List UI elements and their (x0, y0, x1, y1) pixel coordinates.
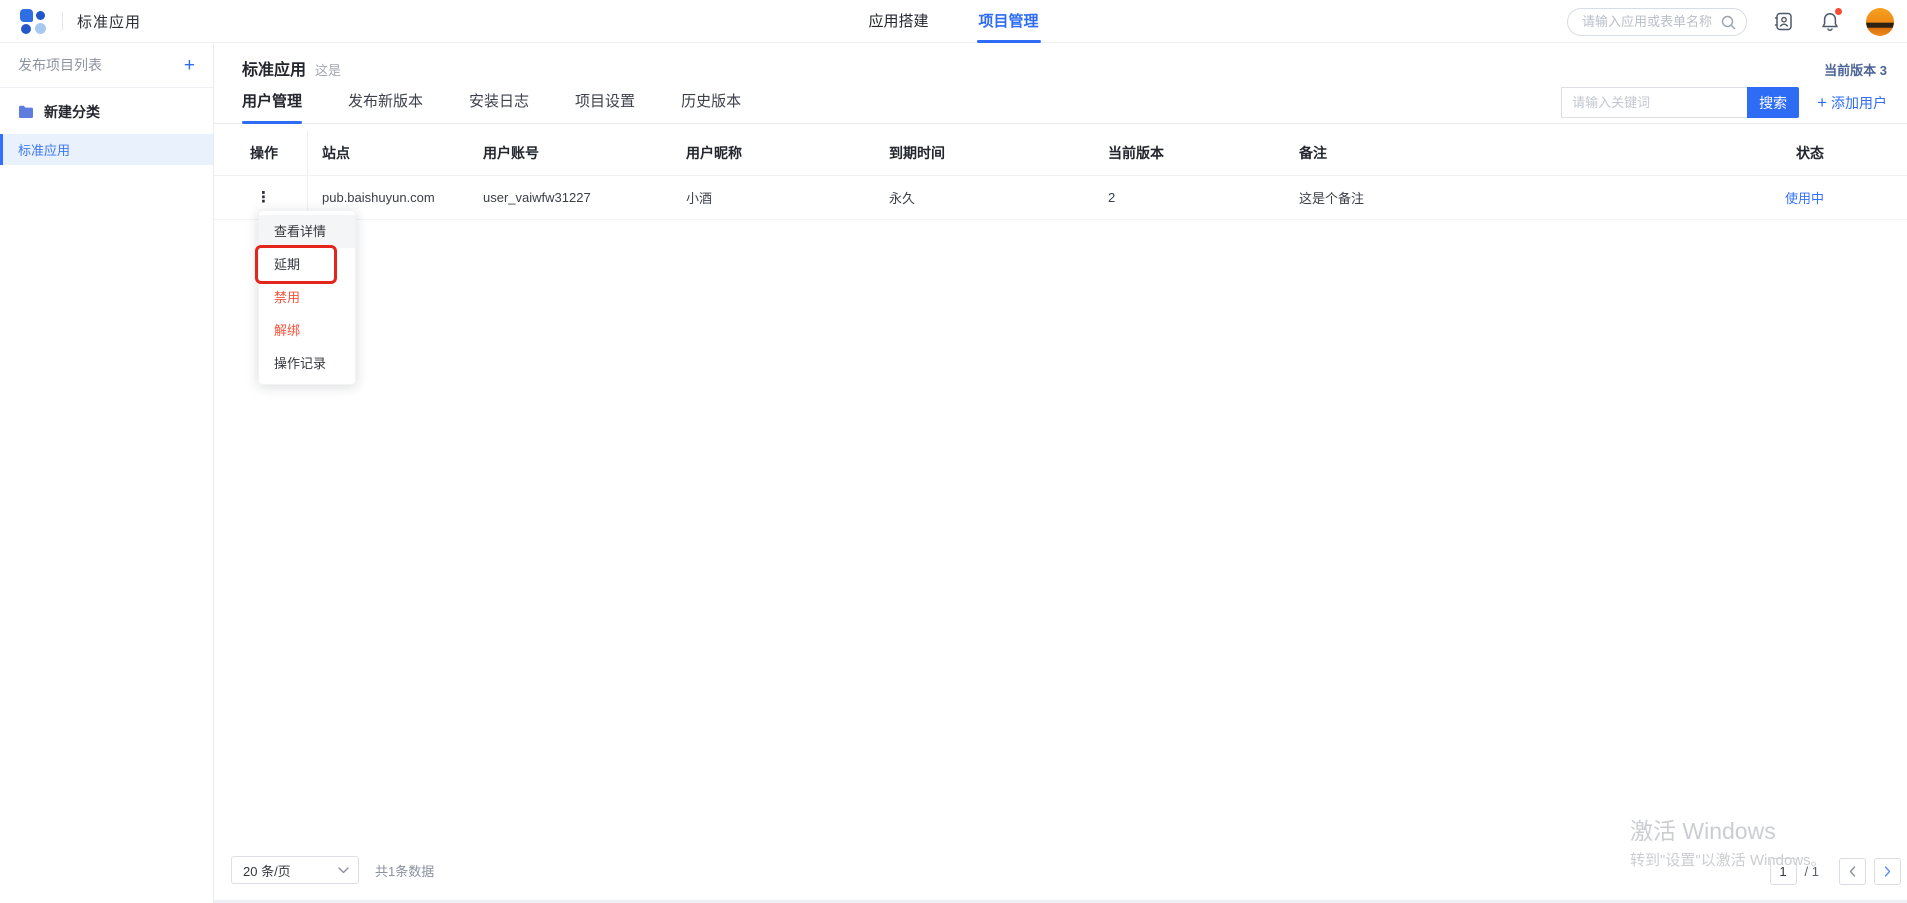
more-vertical-icon[interactable]: ⋮ (250, 188, 277, 207)
keyword-input[interactable] (1561, 87, 1747, 118)
sidebar: 发布项目列表 + 新建分类 标准应用 (0, 43, 214, 903)
menu-item-unbind[interactable]: 解绑 (259, 314, 355, 347)
page-title: 标准应用 (242, 56, 306, 80)
total-count-label: 共1条数据 (375, 861, 434, 880)
user-avatar[interactable] (1866, 8, 1894, 36)
page-size-select[interactable]: 20 条/页 (231, 856, 359, 884)
app-title: 标准应用 (77, 11, 141, 32)
col-header-expire: 到期时间 (889, 143, 1108, 163)
sidebar-item-standard-app[interactable]: 标准应用 (0, 134, 213, 165)
table-row: ⋮ pub.baishuyun.com user_vaiwfw31227 小酒 … (214, 176, 1907, 220)
global-search-input[interactable] (1568, 9, 1746, 35)
menu-item-view-detail[interactable]: 查看详情 (259, 215, 355, 248)
sidebar-header: 发布项目列表 + (0, 43, 213, 88)
topnav-item-label: 项目管理 (979, 13, 1039, 30)
app-logo-icon (20, 8, 46, 34)
cell-version: 2 (1108, 190, 1299, 205)
col-header-version: 当前版本 (1108, 143, 1299, 163)
sidebar-item-label: 标准应用 (18, 140, 70, 159)
col-header-status: 状态 (1734, 143, 1907, 163)
current-version-label[interactable]: 当前版本 3 (1824, 60, 1887, 79)
col-header-account: 用户账号 (483, 143, 686, 163)
add-project-button[interactable]: + (184, 56, 195, 75)
col-header-nickname: 用户昵称 (686, 143, 889, 163)
chevron-left-icon (1849, 866, 1856, 877)
table-toolbar: 搜索 + 添加用户 (1561, 87, 1887, 118)
chevron-down-icon (338, 867, 349, 874)
menu-item-extend[interactable]: 延期 (259, 248, 355, 281)
active-tab-underline (977, 40, 1041, 43)
contacts-icon[interactable] (1773, 11, 1794, 32)
topnav-item-app-build[interactable]: 应用搭建 (868, 0, 928, 43)
folder-icon (18, 105, 34, 119)
plus-icon: + (1817, 94, 1827, 111)
notification-dot (1835, 8, 1842, 15)
sidebar-title: 发布项目列表 (18, 55, 102, 75)
main-content: 标准应用 这是 当前版本 3 用户管理 发布新版本 安装日志 项目设置 历史版本… (214, 43, 1907, 903)
table-header-row: 操作 站点 用户账号 用户昵称 到期时间 当前版本 备注 状态 (214, 131, 1907, 176)
col-header-site: 站点 (308, 143, 483, 163)
page-subtitle: 这是 (315, 60, 341, 79)
col-header-remark: 备注 (1299, 143, 1734, 163)
prev-page-button[interactable] (1839, 858, 1866, 885)
topbar-right (1567, 0, 1894, 43)
total-pages-label: / 1 (1805, 864, 1819, 879)
add-user-button[interactable]: + 添加用户 (1817, 93, 1887, 113)
chevron-right-icon (1884, 866, 1891, 877)
cell-nickname: 小酒 (686, 188, 889, 207)
sidebar-item-category[interactable]: 新建分类 (0, 92, 213, 132)
cell-remark: 这是个备注 (1299, 188, 1734, 207)
menu-item-operation-log[interactable]: 操作记录 (259, 347, 355, 380)
content-header: 标准应用 这是 当前版本 3 (214, 43, 1907, 80)
tab-project-settings[interactable]: 项目设置 (575, 82, 635, 124)
tab-label: 用户管理 (242, 93, 302, 110)
current-page-input[interactable]: 1 (1770, 858, 1797, 885)
page-size-value: 20 条/页 (243, 861, 291, 880)
menu-item-label: 延期 (274, 257, 300, 272)
notification-bell-icon[interactable] (1820, 11, 1840, 32)
tab-install-log[interactable]: 安装日志 (469, 82, 529, 124)
pagination-left: 20 条/页 共1条数据 (231, 856, 434, 884)
cell-account: user_vaiwfw31227 (483, 190, 686, 205)
active-tab-underline (242, 121, 302, 124)
topnav-item-project-manage[interactable]: 项目管理 (979, 0, 1039, 43)
top-navigation: 应用搭建 项目管理 (868, 0, 1038, 43)
cell-expire: 永久 (889, 188, 1108, 207)
row-actions-menu: 查看详情 延期 禁用 解绑 操作记录 (258, 210, 356, 385)
cell-status-link[interactable]: 使用中 (1734, 188, 1907, 207)
cell-site: pub.baishuyun.com (308, 190, 483, 205)
add-user-label: 添加用户 (1831, 93, 1887, 113)
tabs-row: 用户管理 发布新版本 安装日志 项目设置 历史版本 搜索 + 添加用户 (214, 82, 1907, 124)
app-window: 标准应用 应用搭建 项目管理 (0, 0, 1907, 903)
user-table: 操作 站点 用户账号 用户昵称 到期时间 当前版本 备注 状态 ⋮ pub.ba… (214, 131, 1907, 220)
tab-publish-version[interactable]: 发布新版本 (348, 82, 423, 124)
tab-history-version[interactable]: 历史版本 (681, 82, 741, 124)
topbar: 标准应用 应用搭建 项目管理 (0, 0, 1907, 43)
menu-item-disable[interactable]: 禁用 (259, 281, 355, 314)
tab-user-manage[interactable]: 用户管理 (242, 82, 302, 124)
pager: 1 / 1 (1770, 858, 1901, 885)
sidebar-item-label: 新建分类 (44, 102, 100, 122)
next-page-button[interactable] (1874, 858, 1901, 885)
divider (62, 12, 63, 30)
content-tabs: 用户管理 发布新版本 安装日志 项目设置 历史版本 (242, 82, 787, 124)
global-search[interactable] (1567, 8, 1747, 36)
search-icon (1721, 15, 1736, 30)
col-header-action: 操作 (214, 131, 308, 175)
search-button[interactable]: 搜索 (1747, 87, 1799, 118)
